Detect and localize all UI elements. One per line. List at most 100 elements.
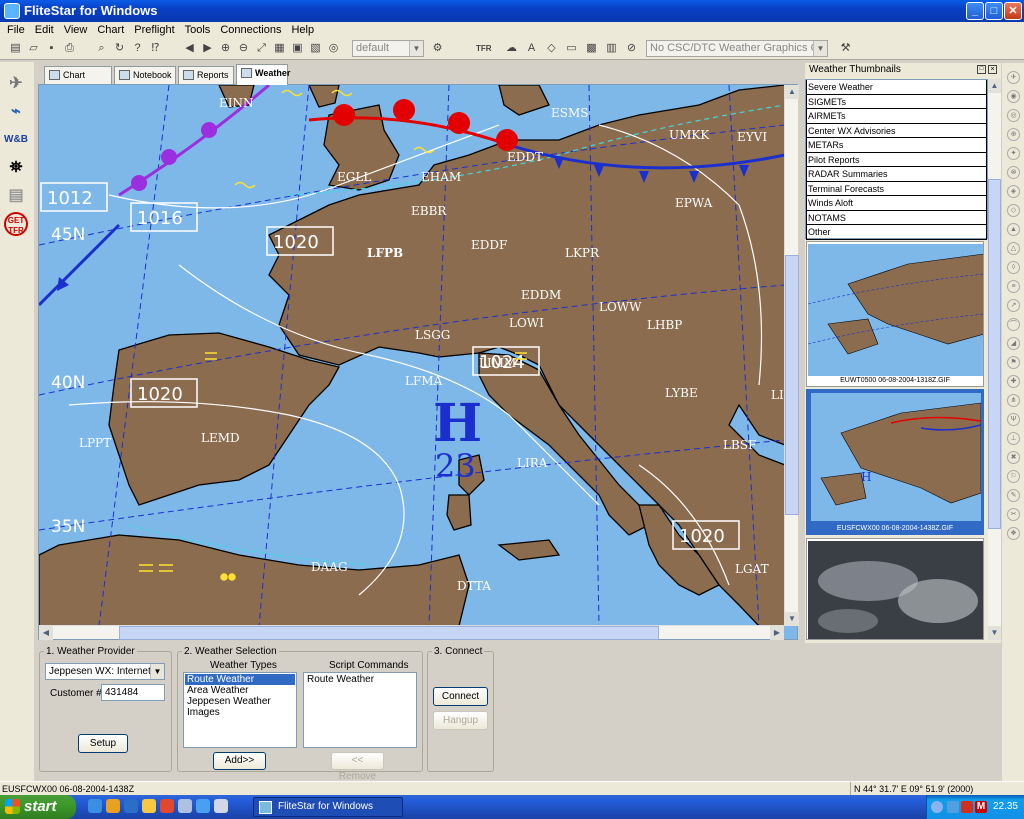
tab-notebook[interactable]: Notebook (114, 66, 176, 84)
save-icon[interactable]: ▪ (44, 41, 59, 56)
quicklaunch-icon[interactable] (196, 799, 210, 813)
tool-icon-25[interactable]: ❖ (1007, 527, 1020, 540)
tab-chart-view[interactable]: Chart View (44, 66, 112, 96)
thumbnail-scrollbar[interactable]: ▲ ▼ (988, 79, 1001, 640)
airport-icon[interactable]: A (524, 41, 539, 56)
thumbnail-image[interactable]: EUWT0500 06-08-2004-1318Z.GIF (806, 241, 984, 387)
plane-icon[interactable]: ✈ (4, 72, 28, 96)
weather-chart-image[interactable]: EINN EGLL EHAM EBBR LFPB EDDF LKPR EDDM … (39, 85, 785, 626)
scroll-down-icon[interactable]: ▼ (785, 612, 799, 626)
scroll-up-icon[interactable]: ▲ (785, 85, 799, 99)
quicklaunch-icon[interactable] (142, 799, 156, 813)
scroll-right-icon[interactable]: ▶ (770, 626, 784, 640)
list-item[interactable]: Route Weather (305, 674, 415, 685)
menu-tools[interactable]: Tools (180, 22, 216, 38)
map-horizontal-scrollbar[interactable]: ◀ ▶ (39, 625, 784, 640)
tool-icon-10[interactable]: △ (1007, 242, 1020, 255)
open-icon[interactable]: ▱ (26, 41, 41, 56)
weight-balance-icon[interactable]: W&B (4, 128, 28, 152)
tool-icon-24[interactable]: ✂ (1007, 508, 1020, 521)
connect-button[interactable]: Connect (433, 687, 488, 706)
tool-icon-6[interactable]: ⊗ (1007, 166, 1020, 179)
quicklaunch-icon[interactable] (88, 799, 102, 813)
layers-icon[interactable]: ▦ (272, 41, 287, 56)
list-item[interactable]: Other (806, 225, 987, 240)
center-icon[interactable]: ◎ (326, 41, 341, 56)
tool-icon-2[interactable]: ◉ (1007, 90, 1020, 103)
navaid-icon[interactable]: ◇ (544, 41, 559, 56)
list-item[interactable]: SIGMETs (806, 94, 987, 109)
context-help-icon[interactable]: ⁉ (148, 41, 163, 56)
quicklaunch-icon[interactable] (214, 799, 228, 813)
list-item[interactable]: METARs (806, 138, 987, 153)
tool-icon-7[interactable]: ◈ (1007, 185, 1020, 198)
tool-icon-8[interactable]: ◇ (1007, 204, 1020, 217)
chevron-down-icon[interactable]: ▼ (150, 664, 164, 679)
tool-icon-16[interactable]: ⚑ (1007, 356, 1020, 369)
measure-icon[interactable]: ⤢ (254, 41, 269, 56)
tray-arrow-icon[interactable] (931, 801, 943, 813)
list-item[interactable]: AIRMETs (806, 109, 987, 124)
tool-icon-12[interactable]: ≡ (1007, 280, 1020, 293)
menu-edit[interactable]: Edit (30, 22, 59, 38)
tool-icon-17[interactable]: ✚ (1007, 375, 1020, 388)
close-button[interactable]: ✕ (1004, 2, 1022, 20)
list-item[interactable]: Jeppesen Weather Images (185, 696, 295, 718)
zoom-out-icon[interactable]: ⊖ (236, 41, 251, 56)
thumb-scroll-up-icon[interactable]: ▲ (988, 79, 1001, 93)
remove-button[interactable]: << Remove (331, 752, 384, 782)
map-vertical-scrollbar[interactable]: ▲ ▼ (784, 85, 799, 626)
tool-icon-15[interactable]: ◢ (1007, 337, 1020, 350)
menu-help[interactable]: Help (286, 22, 319, 38)
print-icon[interactable]: ⎙ (62, 41, 77, 56)
minimize-button[interactable]: _ (966, 2, 984, 20)
airway-icon[interactable]: ▭ (564, 41, 579, 56)
weather-graphics-combo[interactable]: No CSC/DTC Weather Graphics Ov ▼ (646, 40, 828, 57)
list-item[interactable]: Pilot Reports (806, 152, 987, 167)
tool-icon-5[interactable]: ✦ (1007, 147, 1020, 160)
tool-icon-13[interactable]: ↗ (1007, 299, 1020, 312)
weather-category-list[interactable]: Severe Weather SIGMETs AIRMETs Center WX… (805, 79, 988, 240)
binoculars-icon[interactable]: ⛯ (4, 156, 28, 180)
scroll-thumb-h[interactable] (119, 626, 659, 640)
provider-select[interactable]: Jeppesen WX: Internet ▼ (45, 663, 165, 680)
thumb-scroll-thumb[interactable] (988, 179, 1001, 529)
tool-icon-3[interactable]: ◎ (1007, 109, 1020, 122)
zoom-in-icon[interactable]: ⊕ (218, 41, 233, 56)
menu-file[interactable]: File (2, 22, 30, 38)
list-item[interactable]: Center WX Advisories (806, 123, 987, 138)
hangup-button[interactable]: Hangup (433, 711, 488, 730)
refresh-icon[interactable]: ↻ (112, 41, 127, 56)
weather-types-list[interactable]: Route Weather Area Weather Jeppesen Weat… (183, 672, 297, 748)
quicklaunch-icon[interactable] (178, 799, 192, 813)
profile-combo[interactable]: default ▼ (352, 40, 424, 57)
thumbnail-image-selected[interactable]: H EUSFCWX00 06-08-2004-1438Z.GIF (806, 389, 984, 535)
no-weather-icon[interactable]: ⊘ (624, 41, 639, 56)
menu-chart[interactable]: Chart (92, 22, 129, 38)
quicklaunch-icon[interactable] (106, 799, 120, 813)
scroll-thumb[interactable] (785, 255, 799, 515)
weather-map[interactable]: EINN EGLL EHAM EBBR LFPB EDDF LKPR EDDM … (38, 84, 798, 640)
menu-view[interactable]: View (59, 22, 93, 38)
script-commands-list[interactable]: Route Weather (303, 672, 417, 748)
tool-icon-23[interactable]: ✎ (1007, 489, 1020, 502)
tool-icon-4[interactable]: ⊕ (1007, 128, 1020, 141)
tool-icon-9[interactable]: ▲ (1007, 223, 1020, 236)
tool-icon-19[interactable]: Ψ (1007, 413, 1020, 426)
notebook-icon[interactable]: ▤ (4, 184, 28, 208)
setup-button[interactable]: Setup (78, 734, 128, 753)
thumb-scroll-down-icon[interactable]: ▼ (988, 626, 1001, 640)
forward-icon[interactable]: ▶ (200, 41, 215, 56)
settings-icon[interactable]: ⚙ (430, 41, 445, 56)
tray-icon[interactable] (947, 801, 959, 813)
quicklaunch-icon[interactable] (160, 799, 174, 813)
overlay-icon[interactable]: ▧ (308, 41, 323, 56)
back-icon[interactable]: ◀ (182, 41, 197, 56)
tool-icon-14[interactable]: ⌒ (1007, 318, 1020, 331)
print-preview-icon[interactable]: ⌕ (94, 41, 109, 56)
tray-icon[interactable] (961, 801, 973, 813)
help-icon[interactable]: ? (130, 41, 145, 56)
restore-pane-icon[interactable]: □ (977, 65, 986, 74)
start-button[interactable]: start (0, 795, 76, 819)
sua-icon[interactable]: ▩ (584, 41, 599, 56)
